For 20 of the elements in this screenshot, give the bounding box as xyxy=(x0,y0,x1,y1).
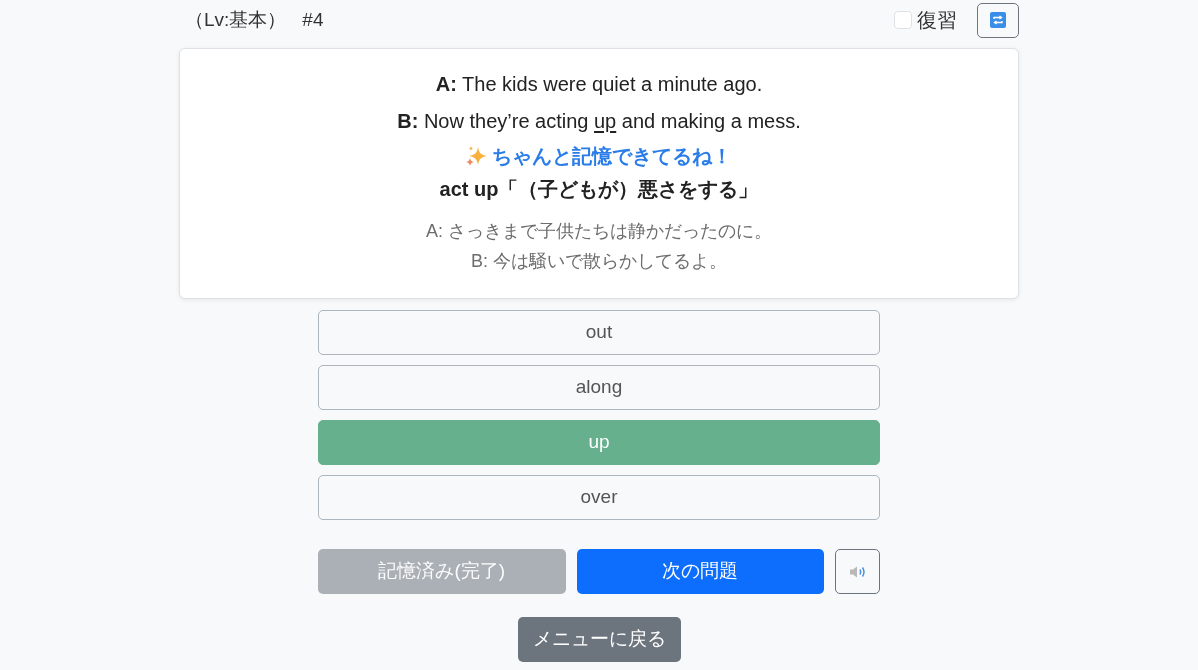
next-question-button[interactable]: 次の問題 xyxy=(576,549,824,594)
meaning-text: act up「（子どもが）悪さをする」 xyxy=(439,177,759,202)
review-label[interactable]: 復習 xyxy=(917,5,957,35)
dialogue-line: A: The kids were quiet a minute ago. xyxy=(435,72,763,97)
choice-button[interactable]: over xyxy=(318,475,880,520)
translation-line: A: さっきまで子供たちは静かだったのに。 xyxy=(426,220,772,243)
choice-button[interactable]: along xyxy=(318,365,880,410)
choice-button[interactable]: out xyxy=(318,310,880,355)
dialogue-line: B: Now they’re acting up and making a mess. xyxy=(397,109,801,134)
repeat-button[interactable] xyxy=(977,2,1019,38)
sparkle-icon xyxy=(466,145,488,167)
repeat-icon xyxy=(990,12,1006,28)
menu-button[interactable]: メニューに戻る xyxy=(517,617,681,662)
translation-line: B: 今は騒いで散らかしてるよ。 xyxy=(471,250,727,273)
feedback-message: ちゃんと記憶できてるね！ xyxy=(492,144,732,169)
audio-button[interactable] xyxy=(835,549,880,594)
question-number: #4 xyxy=(302,7,324,32)
speaker-icon xyxy=(848,564,867,579)
level-label: （Lv:基本） xyxy=(185,7,287,32)
review-checkbox[interactable] xyxy=(894,11,912,29)
